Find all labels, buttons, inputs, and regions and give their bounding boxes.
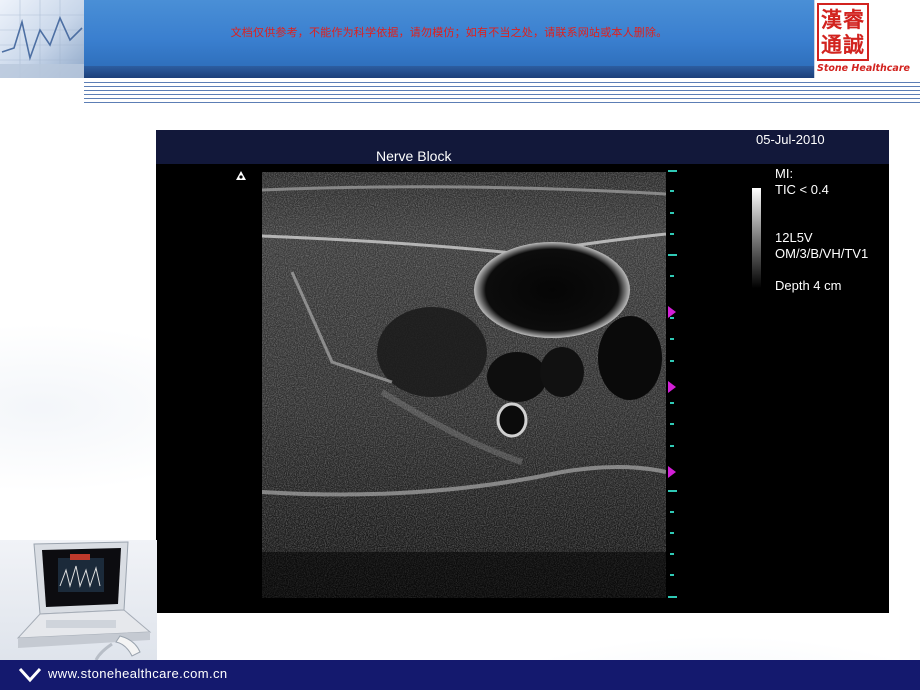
- company-seal-logo: 漢睿 通誠: [817, 3, 869, 61]
- grayscale-bar: [752, 188, 761, 288]
- scan-parameters: MI: TIC < 0.4 12L5V OM/3/B/VH/TV1 Depth …: [775, 166, 868, 294]
- tic-value: TIC < 0.4: [775, 182, 829, 197]
- depth-value: Depth 4 cm: [775, 278, 842, 293]
- probe-model: 12L5V: [775, 230, 813, 245]
- imaging-mode: OM/3/B/VH/TV1: [775, 246, 869, 261]
- disclaimer-notice: 文档仅供参考，不能作为科学依据，请勿模仿；如有不当之处，请联系网站或本人删除。: [230, 26, 668, 39]
- scan-date: 05-Jul-2010: [756, 132, 825, 147]
- chevron-down-icon: [18, 667, 42, 683]
- website-link[interactable]: www.stonehealthcare.com.cn: [48, 666, 227, 681]
- mi-label: MI:: [775, 166, 794, 181]
- header-underline-bar: [84, 66, 814, 78]
- footer-bar: www.stonehealthcare.com.cn: [0, 660, 920, 690]
- header-thumbnail-image: [0, 0, 84, 78]
- ultrasound-panel: 05-Jul-2010 Nerve Block MI: TIC < 0.4 12…: [156, 130, 889, 613]
- page-header: 文档仅供参考，不能作为科学依据，请勿模仿；如有不当之处，请联系网站或本人删除。 …: [0, 0, 920, 80]
- scan-title: Nerve Block: [376, 148, 452, 164]
- company-name-logo: Stone Healthcare: [817, 63, 910, 74]
- ultrasound-device-photo: [0, 540, 157, 660]
- header-banner: 文档仅供参考，不能作为科学依据，请勿模仿；如有不当之处，请联系网站或本人删除。: [84, 0, 814, 66]
- depth-scale: [668, 170, 677, 598]
- focus-markers: [668, 306, 676, 478]
- ultrasound-image: [262, 172, 666, 598]
- probe-orientation-icon: [236, 171, 246, 180]
- ultrasound-top-bar: 05-Jul-2010 Nerve Block: [156, 130, 889, 164]
- decorative-stripes: [84, 82, 920, 106]
